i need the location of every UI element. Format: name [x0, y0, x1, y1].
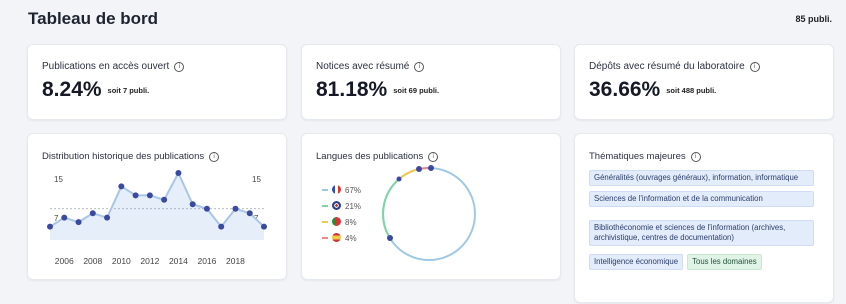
- history-point[interactable]: [161, 196, 168, 203]
- themes-tag-list: Généralités (ouvrages généraux), informa…: [589, 170, 814, 275]
- page-title: Tableau de bord: [28, 9, 159, 28]
- themes-title: Thématiques majeures: [589, 151, 686, 162]
- history-point[interactable]: [203, 205, 210, 212]
- themes-card: Thématiques majeures i Généralités (ouvra…: [574, 133, 834, 303]
- kpi-sub: soit 488 publi.: [666, 86, 717, 95]
- history-point[interactable]: [261, 223, 267, 230]
- kpi-card-abstracts: Notices avec résumé i 81.18% soit 69 publi…: [301, 44, 561, 120]
- info-icon[interactable]: i: [414, 62, 425, 72]
- theme-tag[interactable]: Bibliothéconomie et sciences de l'inform…: [589, 220, 814, 246]
- x-tick-label: 2016: [197, 256, 216, 266]
- x-tick-label: 2014: [169, 256, 188, 266]
- info-icon[interactable]: i: [690, 152, 701, 162]
- y-max-label-right: 15: [252, 175, 261, 184]
- history-point[interactable]: [146, 192, 153, 199]
- history-point[interactable]: [47, 223, 53, 230]
- history-point[interactable]: [104, 214, 111, 221]
- info-icon[interactable]: i: [174, 62, 185, 72]
- kpi-label: Dépôts avec résumé du laboratoire: [589, 61, 745, 72]
- history-series: [47, 170, 267, 240]
- ring-segment-pt[interactable]: [398, 168, 420, 180]
- kpi-sub: soit 7 publi.: [107, 86, 150, 95]
- ring-marker: [416, 166, 422, 172]
- x-tick-label: 2012: [140, 256, 159, 266]
- kpi-value: 81.18%: [316, 78, 388, 101]
- y-max-label-left: 15: [54, 175, 63, 184]
- languages-card: Langues des publications i 67% 21% 8% 4%: [301, 133, 561, 280]
- x-tick-label: 2006: [55, 256, 74, 266]
- x-axis-ticks: 2006 2008 2010 2012 2014 2016 2018: [55, 256, 245, 266]
- history-point[interactable]: [189, 201, 196, 208]
- x-tick-label: 2018: [226, 256, 245, 266]
- history-point[interactable]: [61, 214, 68, 221]
- history-area: [50, 173, 264, 240]
- kpi-label: Notices avec résumé: [316, 61, 410, 72]
- history-point[interactable]: [89, 210, 96, 217]
- kpi-value: 36.66%: [589, 78, 661, 101]
- theme-tag[interactable]: Sciences de l'information et de la commu…: [589, 191, 814, 207]
- x-tick-label: 2008: [83, 256, 102, 266]
- theme-tag[interactable]: Intelligence économique: [589, 254, 684, 270]
- theme-tag[interactable]: Généralités (ouvrages généraux), informa…: [589, 170, 814, 186]
- history-point[interactable]: [132, 192, 139, 199]
- kpi-sub: soit 69 publi.: [393, 86, 440, 95]
- history-chart: 15 15 7 7 2006 2008 2010 2012 2014 2016 2018: [47, 170, 267, 266]
- languages-ring-chart: [382, 165, 476, 261]
- kpi-label: Publications en accès ouvert: [42, 61, 170, 72]
- all-domains-link[interactable]: Tous les domaines: [687, 254, 762, 270]
- history-point[interactable]: [246, 210, 253, 217]
- history-point[interactable]: [232, 205, 239, 212]
- history-point[interactable]: [218, 223, 225, 230]
- history-point[interactable]: [75, 219, 82, 226]
- kpi-card-lab-deposits: Dépôts avec résumé du laboratoire i 36.66…: [574, 44, 834, 120]
- x-tick-label: 2010: [112, 256, 131, 266]
- history-point[interactable]: [118, 183, 125, 190]
- kpi-card-open-access: Publications en accès ouvert i 8.24% soit …: [27, 44, 287, 120]
- history-point[interactable]: [175, 170, 182, 176]
- kpi-value: 8.24%: [42, 78, 102, 101]
- ring-marker: [387, 235, 393, 241]
- ring-marker: [428, 165, 434, 171]
- ring-marker: [396, 176, 402, 182]
- history-chart-card: Distribution historique des publications…: [27, 133, 287, 280]
- publication-count: 85 publi.: [795, 14, 832, 24]
- info-icon[interactable]: i: [749, 62, 760, 72]
